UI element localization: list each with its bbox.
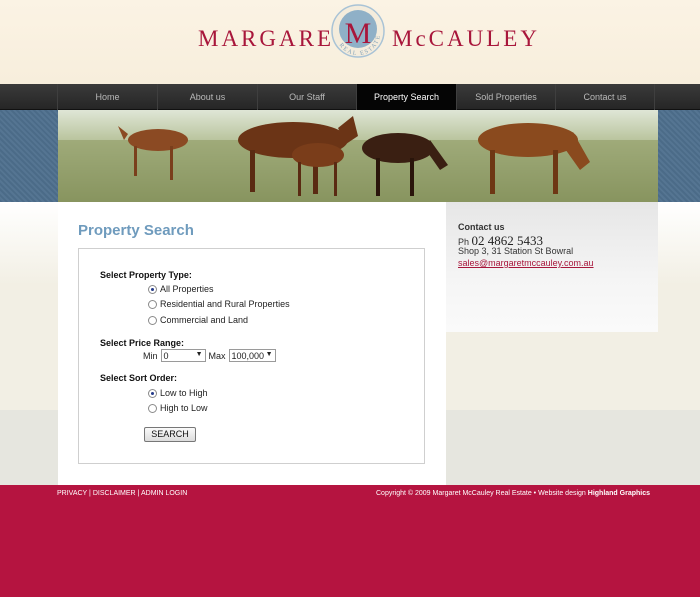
designer-name: Highland Graphics xyxy=(587,490,650,497)
option-commercial-land[interactable]: Commercial and Land xyxy=(148,315,248,325)
contact-sidebar: Contact us Ph 02 4862 5433 Shop 3, 31 St… xyxy=(446,202,658,332)
max-price-value: 100,000 xyxy=(231,350,265,361)
option-label: Commercial and Land xyxy=(160,315,249,325)
logo-letter: M xyxy=(345,17,372,50)
min-price-value: 0 xyxy=(163,350,169,361)
main-content: Property Search Select Property Type: Al… xyxy=(58,202,446,485)
radio-residential-rural[interactable] xyxy=(148,299,157,309)
option-residential-rural[interactable]: Residential and Rural Properties xyxy=(148,299,290,309)
footer-link-privacy[interactable]: PRIVACY xyxy=(57,490,87,497)
footer-copyright: Copyright © 2009 Margaret McCauley Real … xyxy=(376,490,650,497)
radio-high-to-low[interactable] xyxy=(148,403,157,413)
option-label: Low to High xyxy=(160,388,208,398)
option-label: Residential and Rural Properties xyxy=(160,299,290,309)
radio-all-properties[interactable] xyxy=(148,284,157,294)
option-label: High to Low xyxy=(160,403,208,413)
copyright-text: Copyright © 2009 Margaret McCauley Real … xyxy=(376,490,586,497)
contact-title: Contact us xyxy=(458,222,505,232)
footer-separator: | xyxy=(89,490,91,497)
site-footer: PRIVACY | DISCLAIMER | ADMIN LOGIN Copyr… xyxy=(0,485,700,597)
price-range-label: Select Price Range: xyxy=(100,338,185,348)
option-all-properties[interactable]: All Properties xyxy=(148,284,214,294)
hero-banner xyxy=(0,110,700,202)
max-label: Max xyxy=(208,350,226,361)
sort-order-label: Select Sort Order: xyxy=(100,373,178,383)
footer-separator: | xyxy=(137,490,140,497)
max-price-select[interactable]: 100,000 ▼ xyxy=(228,349,276,362)
banner-pattern-right xyxy=(658,110,700,202)
min-price-select[interactable]: 0 ▼ xyxy=(160,349,206,362)
nav-sold-properties[interactable]: Sold Properties xyxy=(456,84,555,110)
main-nav: Home About us Our Staff Property Search … xyxy=(0,84,700,110)
footer-link-admin-login[interactable]: ADMIN LOGIN xyxy=(141,490,187,497)
option-high-to-low[interactable]: High to Low xyxy=(148,403,208,413)
banner-pattern-left xyxy=(0,110,58,202)
contact-email-link[interactable]: sales@margaretmccauley.com.au xyxy=(458,258,594,268)
logo-icon[interactable]: M REAL ESTATE xyxy=(328,3,388,63)
nav-about-us[interactable]: About us xyxy=(157,84,257,110)
option-label: All Properties xyxy=(160,284,214,294)
footer-links: PRIVACY | DISCLAIMER | ADMIN LOGIN xyxy=(57,490,187,497)
price-range-row: Min 0 ▼ Max 100,000 ▼ xyxy=(143,349,279,362)
chevron-down-icon: ▼ xyxy=(265,351,273,358)
site-header: MARGARET M REAL ESTATE McCAULEY xyxy=(0,0,700,84)
horses-photo xyxy=(58,110,658,202)
nav-contact-us[interactable]: Contact us xyxy=(555,84,655,110)
brand-name-right: McCAULEY xyxy=(392,26,540,51)
min-label: Min xyxy=(143,350,158,361)
page-title: Property Search xyxy=(78,222,194,239)
search-button[interactable]: SEARCH xyxy=(144,427,196,442)
radio-low-to-high[interactable] xyxy=(148,388,157,398)
nav-home[interactable]: Home xyxy=(57,84,157,110)
contact-address: Shop 3, 31 Station St Bowral xyxy=(458,246,574,256)
footer-link-disclaimer[interactable]: DISCLAIMER xyxy=(93,490,136,497)
nav-our-staff[interactable]: Our Staff xyxy=(257,84,356,110)
property-type-label: Select Property Type: xyxy=(100,270,192,280)
property-search-form: Select Property Type: All Properties Res… xyxy=(78,248,425,464)
designer-link[interactable]: Highland Graphics xyxy=(588,490,650,497)
option-low-to-high[interactable]: Low to High xyxy=(148,388,208,398)
nav-property-search[interactable]: Property Search xyxy=(356,84,456,110)
chevron-down-icon: ▼ xyxy=(195,351,203,358)
radio-commercial-land[interactable] xyxy=(148,315,157,325)
